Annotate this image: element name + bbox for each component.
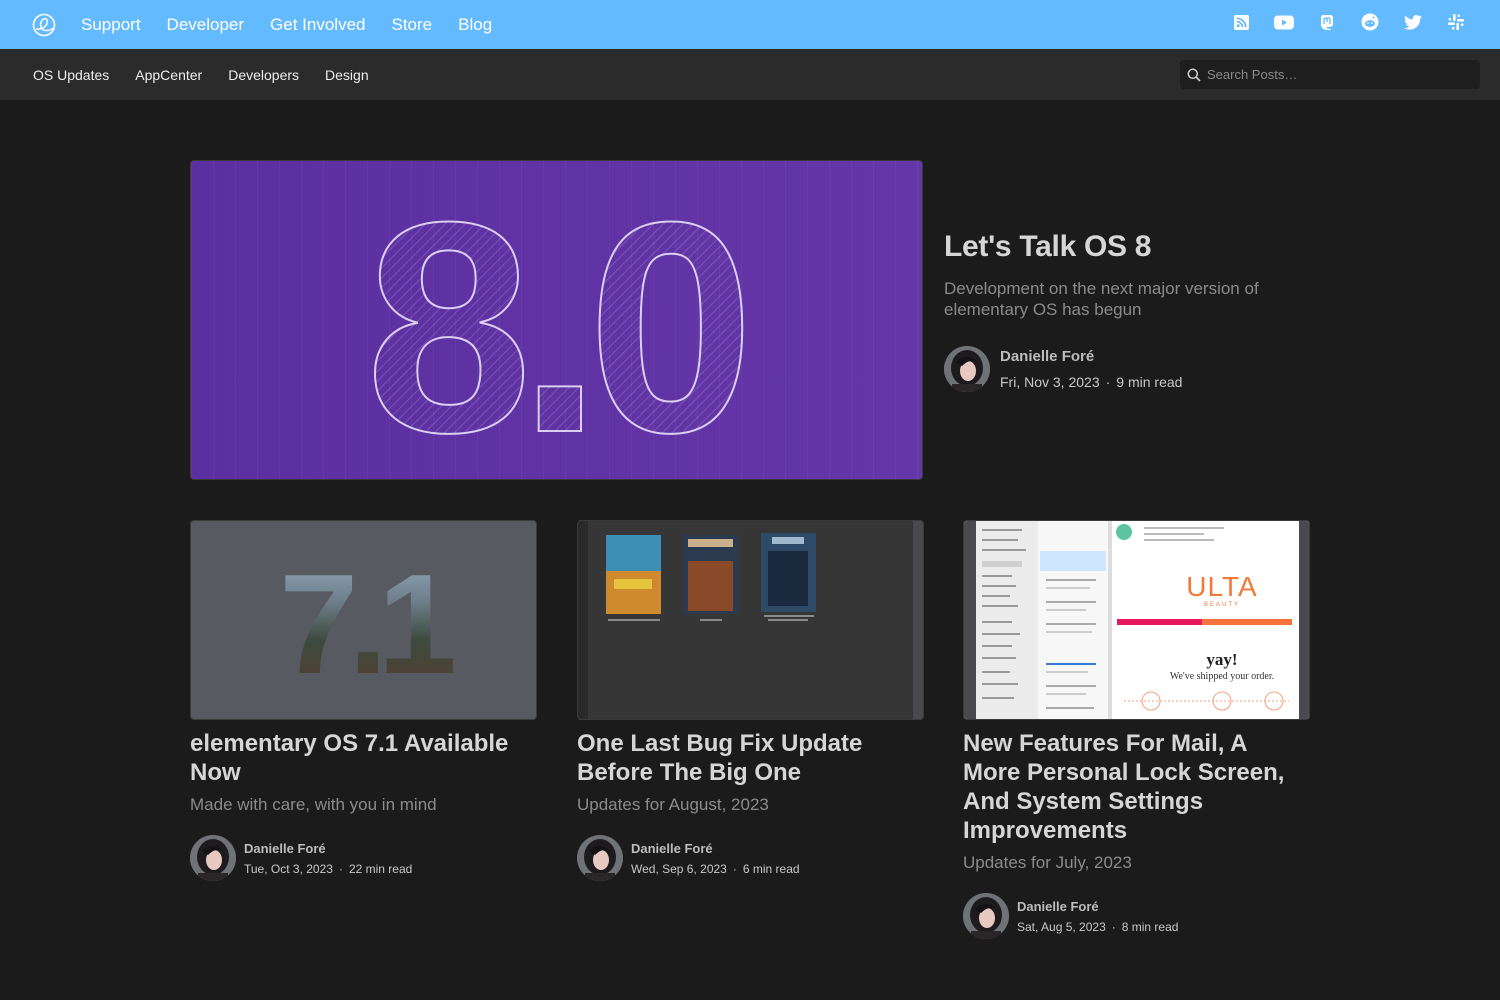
post-date: Fri, Nov 3, 2023: [1000, 374, 1100, 390]
post-title[interactable]: New Features For Mail, A More Personal L…: [963, 729, 1310, 845]
post-author: Danielle Foré Tue, Oct 3, 2023 · 22 min re…: [190, 835, 537, 881]
post-author: Danielle Foré Wed, Sep 6, 2023 · 6 min rea…: [577, 835, 924, 881]
youtube-icon[interactable]: [1270, 11, 1298, 33]
version-71-graphic: 7.1: [279, 545, 463, 704]
category-appcenter-link[interactable]: AppCenter: [135, 67, 202, 83]
read-time: 9 min read: [1116, 374, 1183, 390]
search-icon: [1187, 68, 1201, 82]
search-box: [1180, 60, 1480, 89]
primary-nav: Support Developer Get Involved Store Blo…: [81, 15, 518, 35]
post-card: One Last Bug Fix Update Before The Big O…: [577, 520, 924, 881]
svg-text:We've shipped your order.: We've shipped your order.: [1170, 671, 1274, 682]
nav-get-involved-link[interactable]: Get Involved: [270, 15, 365, 35]
category-os-updates-link[interactable]: OS Updates: [33, 67, 109, 83]
mastodon-icon[interactable]: [1313, 11, 1341, 33]
author-info: Danielle Foré Wed, Sep 6, 2023 · 6 min rea…: [623, 841, 800, 876]
post-thumbnail[interactable]: ULTA BEAUTY yay! We've shipped your orde…: [963, 520, 1310, 720]
slack-icon[interactable]: [1442, 11, 1470, 33]
read-time: 6 min read: [742, 861, 800, 876]
post-meta: Fri, Nov 3, 2023 · 9 min read: [1000, 374, 1183, 390]
author-name[interactable]: Danielle Foré: [1000, 348, 1182, 365]
post-date: Wed, Sep 6, 2023: [631, 861, 727, 876]
featured-post-subtitle: Development on the next major version of…: [944, 279, 1259, 319]
category-nav-bar: OS Updates AppCenter Developers Design: [0, 49, 1500, 100]
svg-text:BEAUTY: BEAUTY: [1204, 602, 1240, 608]
featured-post-image[interactable]: 8.0: [190, 160, 923, 480]
post-thumbnail[interactable]: 7.1: [190, 520, 537, 720]
post-subtitle: Updates for July, 2023: [963, 853, 1132, 872]
read-time: 22 min read: [348, 861, 413, 876]
search-input[interactable]: [1207, 67, 1467, 82]
post-card: ULTA BEAUTY yay! We've shipped your orde…: [963, 520, 1310, 939]
nav-store-link[interactable]: Store: [392, 15, 433, 35]
nav-blog-link[interactable]: Blog: [458, 15, 492, 35]
post-author: Danielle Foré Sat, Aug 5, 2023 · 8 min rea…: [963, 893, 1310, 939]
author-name[interactable]: Danielle Foré: [244, 841, 412, 856]
svg-text:ULTA: ULTA: [1186, 571, 1257, 602]
post-subtitle: Made with care, with you in mind: [190, 795, 437, 814]
post-title[interactable]: elementary OS 7.1 Available Now: [190, 729, 537, 787]
featured-post-author: Danielle Foré Fri, Nov 3, 2023 · 9 min rea…: [944, 346, 1304, 392]
author-name[interactable]: Danielle Foré: [1017, 899, 1178, 914]
post-meta: Wed, Sep 6, 2023 · 6 min read: [631, 861, 800, 876]
post-subtitle: Updates for August, 2023: [577, 795, 769, 814]
avatar[interactable]: [577, 835, 623, 881]
read-time: 8 min read: [1121, 919, 1179, 934]
post-title[interactable]: One Last Bug Fix Update Before The Big O…: [577, 729, 924, 787]
svg-text:8.0: 8.0: [365, 161, 742, 480]
post-meta: Tue, Oct 3, 2023 · 22 min read: [244, 861, 413, 876]
svg-text:7.1: 7.1: [279, 545, 453, 704]
post-thumbnail[interactable]: [577, 520, 924, 720]
video-app-screenshot: [578, 521, 923, 719]
top-nav-bar: Support Developer Get Involved Store Blo…: [0, 0, 1500, 49]
author-info: Danielle Foré Fri, Nov 3, 2023 · 9 min rea…: [990, 348, 1182, 390]
category-nav: OS Updates AppCenter Developers Design: [33, 67, 395, 83]
rss-icon[interactable]: [1227, 11, 1255, 33]
avatar[interactable]: [944, 346, 990, 392]
nav-developer-link[interactable]: Developer: [167, 15, 245, 35]
avatar[interactable]: [963, 893, 1009, 939]
post-card: 7.1 elementary OS 7.1 Available Now Made…: [190, 520, 537, 881]
avatar[interactable]: [190, 835, 236, 881]
twitter-icon[interactable]: [1399, 11, 1427, 33]
post-meta: Sat, Aug 5, 2023 · 8 min read: [1017, 919, 1179, 934]
author-info: Danielle Foré Sat, Aug 5, 2023 · 8 min rea…: [1009, 899, 1178, 934]
mail-app-screenshot: ULTA BEAUTY yay! We've shipped your orde…: [964, 521, 1309, 719]
svg-text:yay!: yay!: [1206, 650, 1237, 669]
hero-version-graphic: 8.0: [364, 161, 757, 480]
reddit-icon[interactable]: [1356, 11, 1384, 33]
category-developers-link[interactable]: Developers: [228, 67, 299, 83]
post-date: Sat, Aug 5, 2023: [1017, 919, 1106, 934]
featured-post-text: Let's Talk OS 8 Development on the next …: [944, 230, 1304, 392]
social-links: [1212, 11, 1470, 33]
featured-post-title[interactable]: Let's Talk OS 8: [944, 230, 1304, 264]
post-date: Tue, Oct 3, 2023: [244, 861, 333, 876]
elementary-logo-icon[interactable]: [31, 12, 57, 38]
category-design-link[interactable]: Design: [325, 67, 369, 83]
nav-support-link[interactable]: Support: [81, 15, 141, 35]
author-name[interactable]: Danielle Foré: [631, 841, 800, 856]
author-info: Danielle Foré Tue, Oct 3, 2023 · 22 min re…: [236, 841, 412, 876]
